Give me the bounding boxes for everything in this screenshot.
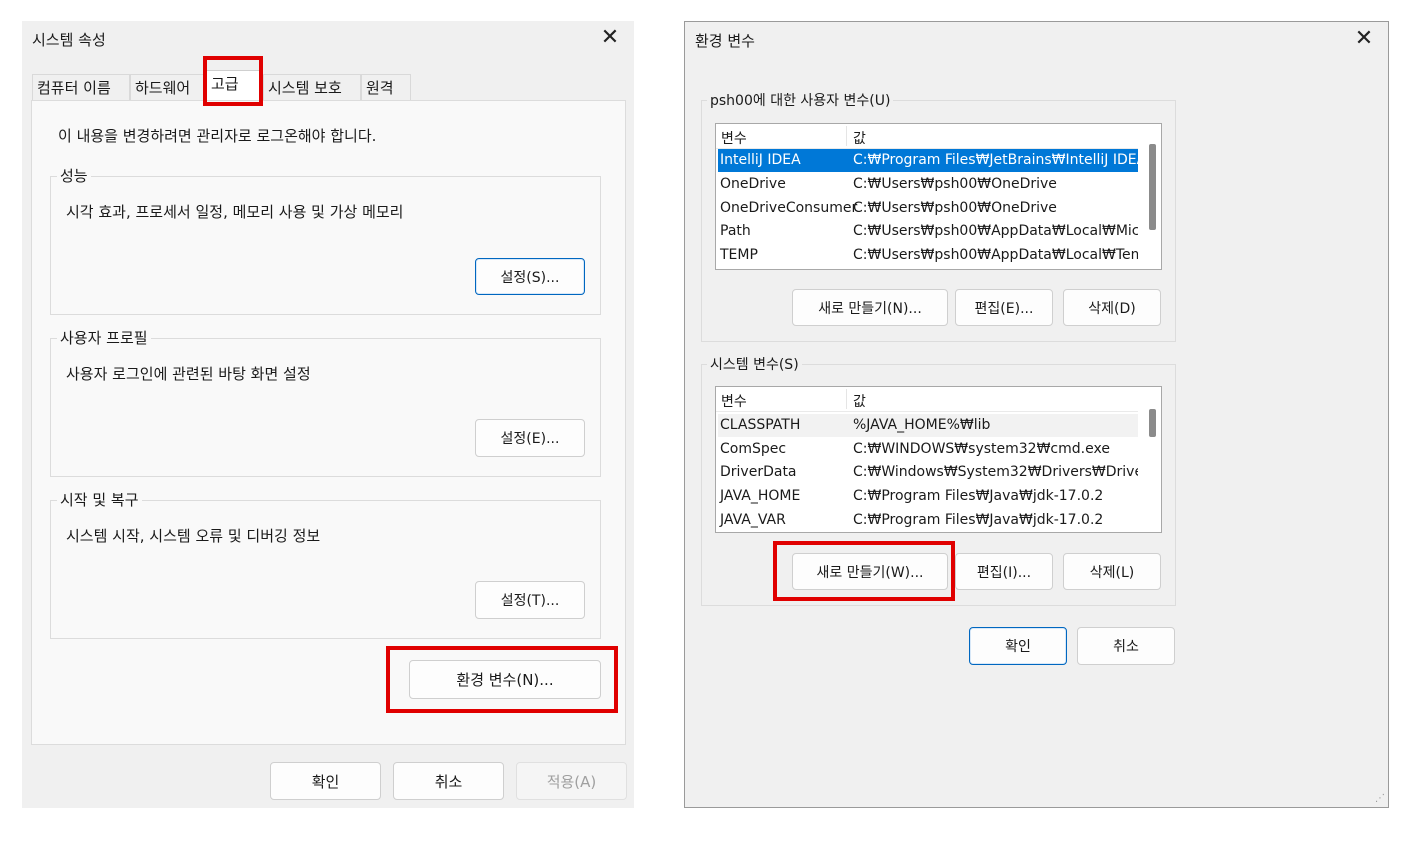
dialog-title: 환경 변수 — [695, 32, 755, 50]
advanced-tab-panel: 이 내용을 변경하려면 관리자로 로그온해야 합니다. 성능 시각 효과, 프로… — [31, 100, 626, 745]
cancel-button[interactable]: 취소 — [393, 762, 504, 800]
close-icon[interactable]: ✕ — [1350, 25, 1378, 53]
user-edit-button[interactable]: 편집(E)... — [955, 289, 1053, 326]
system-variables-group: 시스템 변수(S) 변수 값 CLASSPATH %JAVA_HOME%₩lib… — [701, 354, 1176, 606]
list-header: 변수 값 — [716, 387, 1138, 412]
variable-value: C:₩Users₩psh00₩OneDrive — [853, 200, 1057, 216]
user-delete-button[interactable]: 삭제(D) — [1063, 289, 1161, 326]
cancel-button[interactable]: 취소 — [1077, 627, 1175, 665]
variable-value: C:₩Windows₩System32₩Drivers₩Driver... — [853, 464, 1138, 480]
tab-remote[interactable]: 원격 — [361, 74, 411, 101]
startup-recovery-settings-button[interactable]: 설정(T)... — [475, 581, 585, 619]
system-delete-button[interactable]: 삭제(L) — [1063, 553, 1161, 590]
performance-desc: 시각 효과, 프로세서 일정, 메모리 사용 및 가상 메모리 — [66, 203, 404, 221]
resize-grip-icon[interactable]: ⋰ — [1375, 793, 1385, 804]
variable-name: Path — [720, 223, 751, 239]
column-header-variable[interactable]: 변수 — [721, 391, 747, 411]
variable-name: DriverData — [720, 464, 797, 480]
variable-value: C:₩Users₩psh00₩AppData₩Local₩Temp — [853, 247, 1138, 263]
variable-value: C:₩Program Files₩Java₩jdk-17.0.2 — [853, 512, 1104, 528]
table-row[interactable]: ComSpec C:₩WINDOWS₩system32₩cmd.exe — [718, 438, 1138, 461]
variable-name: OneDrive — [720, 176, 786, 192]
system-edit-button[interactable]: 편집(I)... — [955, 553, 1053, 590]
variable-value: C:₩Program Files₩JetBrains₩IntelliJ IDEA… — [853, 152, 1138, 168]
user-new-button[interactable]: 새로 만들기(N)... — [792, 289, 948, 326]
scrollbar-thumb[interactable] — [1149, 409, 1156, 437]
performance-legend: 성능 — [57, 165, 91, 186]
environment-variables-button[interactable]: 환경 변수(N)... — [409, 660, 601, 699]
variable-name: CLASSPATH — [720, 417, 801, 433]
table-row[interactable]: JAVA_VAR C:₩Program Files₩Java₩jdk-17.0.… — [718, 509, 1138, 532]
variable-name: JAVA_HOME — [720, 488, 801, 504]
table-row[interactable]: TEMP C:₩Users₩psh00₩AppData₩Local₩Temp — [718, 244, 1138, 267]
variable-name: TEMP — [720, 247, 758, 263]
variable-name: ComSpec — [720, 441, 787, 457]
vertical-scrollbar[interactable] — [1141, 124, 1161, 269]
environment-variables-dialog: 환경 변수 ✕ psh00에 대한 사용자 변수(U) 변수 값 Intelli… — [684, 21, 1389, 808]
list-header: 변수 값 — [716, 124, 1138, 149]
ok-button[interactable]: 확인 — [270, 762, 381, 800]
column-header-value[interactable]: 값 — [853, 128, 866, 148]
user-profile-group: 사용자 프로필 사용자 로그인에 관련된 바탕 화면 설정 설정(E)... — [50, 327, 601, 477]
scrollbar-thumb[interactable] — [1149, 144, 1156, 230]
user-profile-desc: 사용자 로그인에 관련된 바탕 화면 설정 — [66, 365, 311, 383]
performance-group: 성능 시각 효과, 프로세서 일정, 메모리 사용 및 가상 메모리 설정(S)… — [50, 165, 601, 315]
table-row[interactable]: OneDriveConsumer C:₩Users₩psh00₩OneDrive — [718, 197, 1138, 220]
user-variables-legend: psh00에 대한 사용자 변수(U) — [707, 90, 894, 110]
title-bar: 시스템 속성 ✕ — [22, 21, 634, 57]
user-variables-list[interactable]: 변수 값 IntelliJ IDEA C:₩Program Files₩JetB… — [715, 123, 1162, 270]
tab-hardware[interactable]: 하드웨어 — [130, 74, 206, 101]
dialog-title: 시스템 속성 — [32, 31, 106, 49]
variable-value: C:₩Users₩psh00₩AppData₩Local₩Micro... — [853, 223, 1138, 239]
apply-button[interactable]: 적용(A) — [516, 762, 627, 800]
startup-recovery-group: 시작 및 복구 시스템 시작, 시스템 오류 및 디버깅 정보 설정(T)... — [50, 489, 601, 639]
tab-computer-name[interactable]: 컴퓨터 이름 — [32, 74, 130, 101]
table-row[interactable]: CLASSPATH %JAVA_HOME%₩lib — [718, 414, 1138, 437]
ok-button[interactable]: 확인 — [969, 627, 1067, 665]
variable-value: C:₩Users₩psh00₩OneDrive — [853, 176, 1057, 192]
column-header-value[interactable]: 값 — [853, 391, 866, 411]
variable-name: IntelliJ IDEA — [720, 152, 801, 168]
user-profile-legend: 사용자 프로필 — [57, 327, 151, 348]
startup-recovery-legend: 시작 및 복구 — [57, 489, 142, 510]
tab-system-protection[interactable]: 시스템 보호 — [263, 74, 361, 101]
close-icon[interactable]: ✕ — [596, 24, 624, 52]
variable-value: C:₩WINDOWS₩system32₩cmd.exe — [853, 441, 1110, 457]
variable-value: C:₩Program Files₩Java₩jdk-17.0.2 — [853, 488, 1104, 504]
table-row[interactable]: OneDrive C:₩Users₩psh00₩OneDrive — [718, 173, 1138, 196]
vertical-scrollbar[interactable] — [1141, 387, 1161, 532]
system-properties-dialog: 시스템 속성 ✕ 컴퓨터 이름 하드웨어 고급 시스템 보호 원격 이 내용을 … — [22, 21, 634, 808]
table-row[interactable]: JAVA_HOME C:₩Program Files₩Java₩jdk-17.0… — [718, 485, 1138, 508]
variable-name: OneDriveConsumer — [720, 200, 858, 216]
system-variables-legend: 시스템 변수(S) — [707, 354, 802, 374]
variable-value: %JAVA_HOME%₩lib — [853, 417, 991, 433]
table-row[interactable]: IntelliJ IDEA C:₩Program Files₩JetBrains… — [718, 149, 1138, 172]
admin-note: 이 내용을 변경하려면 관리자로 로그온해야 합니다. — [58, 127, 377, 145]
table-row[interactable]: DriverData C:₩Windows₩System32₩Drivers₩D… — [718, 461, 1138, 484]
tab-advanced[interactable]: 고급 — [206, 70, 263, 101]
variable-name: JAVA_VAR — [720, 512, 786, 528]
table-row[interactable]: Path C:₩Users₩psh00₩AppData₩Local₩Micro.… — [718, 220, 1138, 243]
startup-recovery-desc: 시스템 시작, 시스템 오류 및 디버깅 정보 — [66, 527, 321, 545]
system-new-button[interactable]: 새로 만들기(W)... — [792, 553, 948, 590]
performance-settings-button[interactable]: 설정(S)... — [475, 258, 585, 295]
column-header-variable[interactable]: 변수 — [721, 128, 747, 148]
title-bar: 환경 변수 ✕ — [685, 22, 1388, 58]
user-profile-settings-button[interactable]: 설정(E)... — [475, 419, 585, 457]
user-variables-group: psh00에 대한 사용자 변수(U) 변수 값 IntelliJ IDEA C… — [701, 90, 1176, 342]
system-variables-list[interactable]: 변수 값 CLASSPATH %JAVA_HOME%₩lib ComSpec C… — [715, 386, 1162, 533]
